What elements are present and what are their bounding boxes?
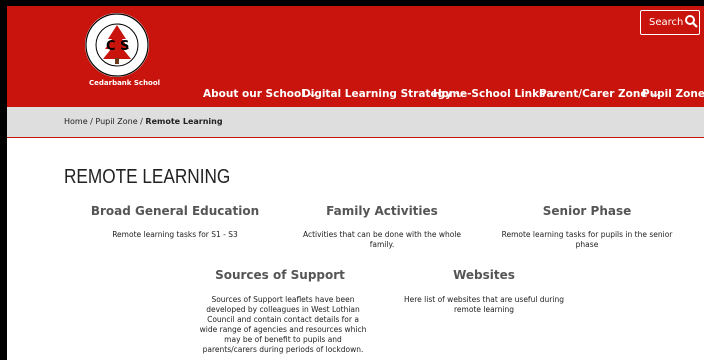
nav-pupil-zone[interactable]: Pupil Zone⌵ bbox=[642, 88, 704, 101]
card-title-websites[interactable]: Websites bbox=[384, 268, 584, 282]
nav-label: Home-School Links bbox=[433, 88, 546, 100]
card-title-broad-general-education[interactable]: Broad General Education bbox=[75, 204, 275, 218]
school-logo[interactable]: C S bbox=[84, 12, 150, 78]
card-title-family-activities[interactable]: Family Activities bbox=[282, 204, 482, 218]
card-title-senior-phase[interactable]: Senior Phase bbox=[487, 204, 687, 218]
search-button[interactable]: Search bbox=[640, 10, 700, 35]
nav-label: Pupil Zone bbox=[642, 88, 704, 100]
breadcrumb-current: Remote Learning bbox=[145, 117, 223, 126]
nav-about-our-school[interactable]: About our School ⌵ bbox=[203, 88, 317, 101]
page: C S Cedarbank School Search About our Sc… bbox=[7, 6, 704, 360]
nav-label: About our School bbox=[203, 88, 305, 100]
card-text: Remote learning tasks for pupils in the … bbox=[501, 230, 673, 249]
nav-label: Parent/Carer Zone bbox=[539, 88, 648, 100]
site-header: C S Cedarbank School Search About our Sc… bbox=[7, 6, 704, 107]
school-name: Cedarbank School bbox=[89, 79, 161, 87]
card-title-sources-of-support[interactable]: Sources of Support bbox=[180, 268, 380, 282]
page-title: REMOTE LEARNING bbox=[64, 166, 231, 188]
card-text: Sources of Support leaflets have been de… bbox=[199, 295, 367, 354]
breadcrumb-separator: / bbox=[90, 117, 93, 126]
card-text: Remote learning tasks for S1 - S3 bbox=[112, 230, 238, 239]
svg-text:C: C bbox=[106, 39, 116, 54]
card-text: Here list of websites that are useful du… bbox=[404, 295, 564, 314]
breadcrumb: Home / Pupil Zone / Remote Learning bbox=[64, 117, 223, 126]
breadcrumb-separator: / bbox=[140, 117, 143, 126]
breadcrumb-bar: Home / Pupil Zone / Remote Learning bbox=[7, 107, 704, 138]
search-label: Search bbox=[649, 17, 684, 28]
breadcrumb-pupil-zone[interactable]: Pupil Zone bbox=[95, 117, 137, 126]
card-text: Activities that can be done with the who… bbox=[302, 230, 462, 249]
breadcrumb-home[interactable]: Home bbox=[64, 117, 88, 126]
nav-label: Digital Learning Strategy bbox=[302, 88, 452, 100]
svg-text:S: S bbox=[120, 39, 129, 54]
search-icon bbox=[685, 15, 698, 28]
